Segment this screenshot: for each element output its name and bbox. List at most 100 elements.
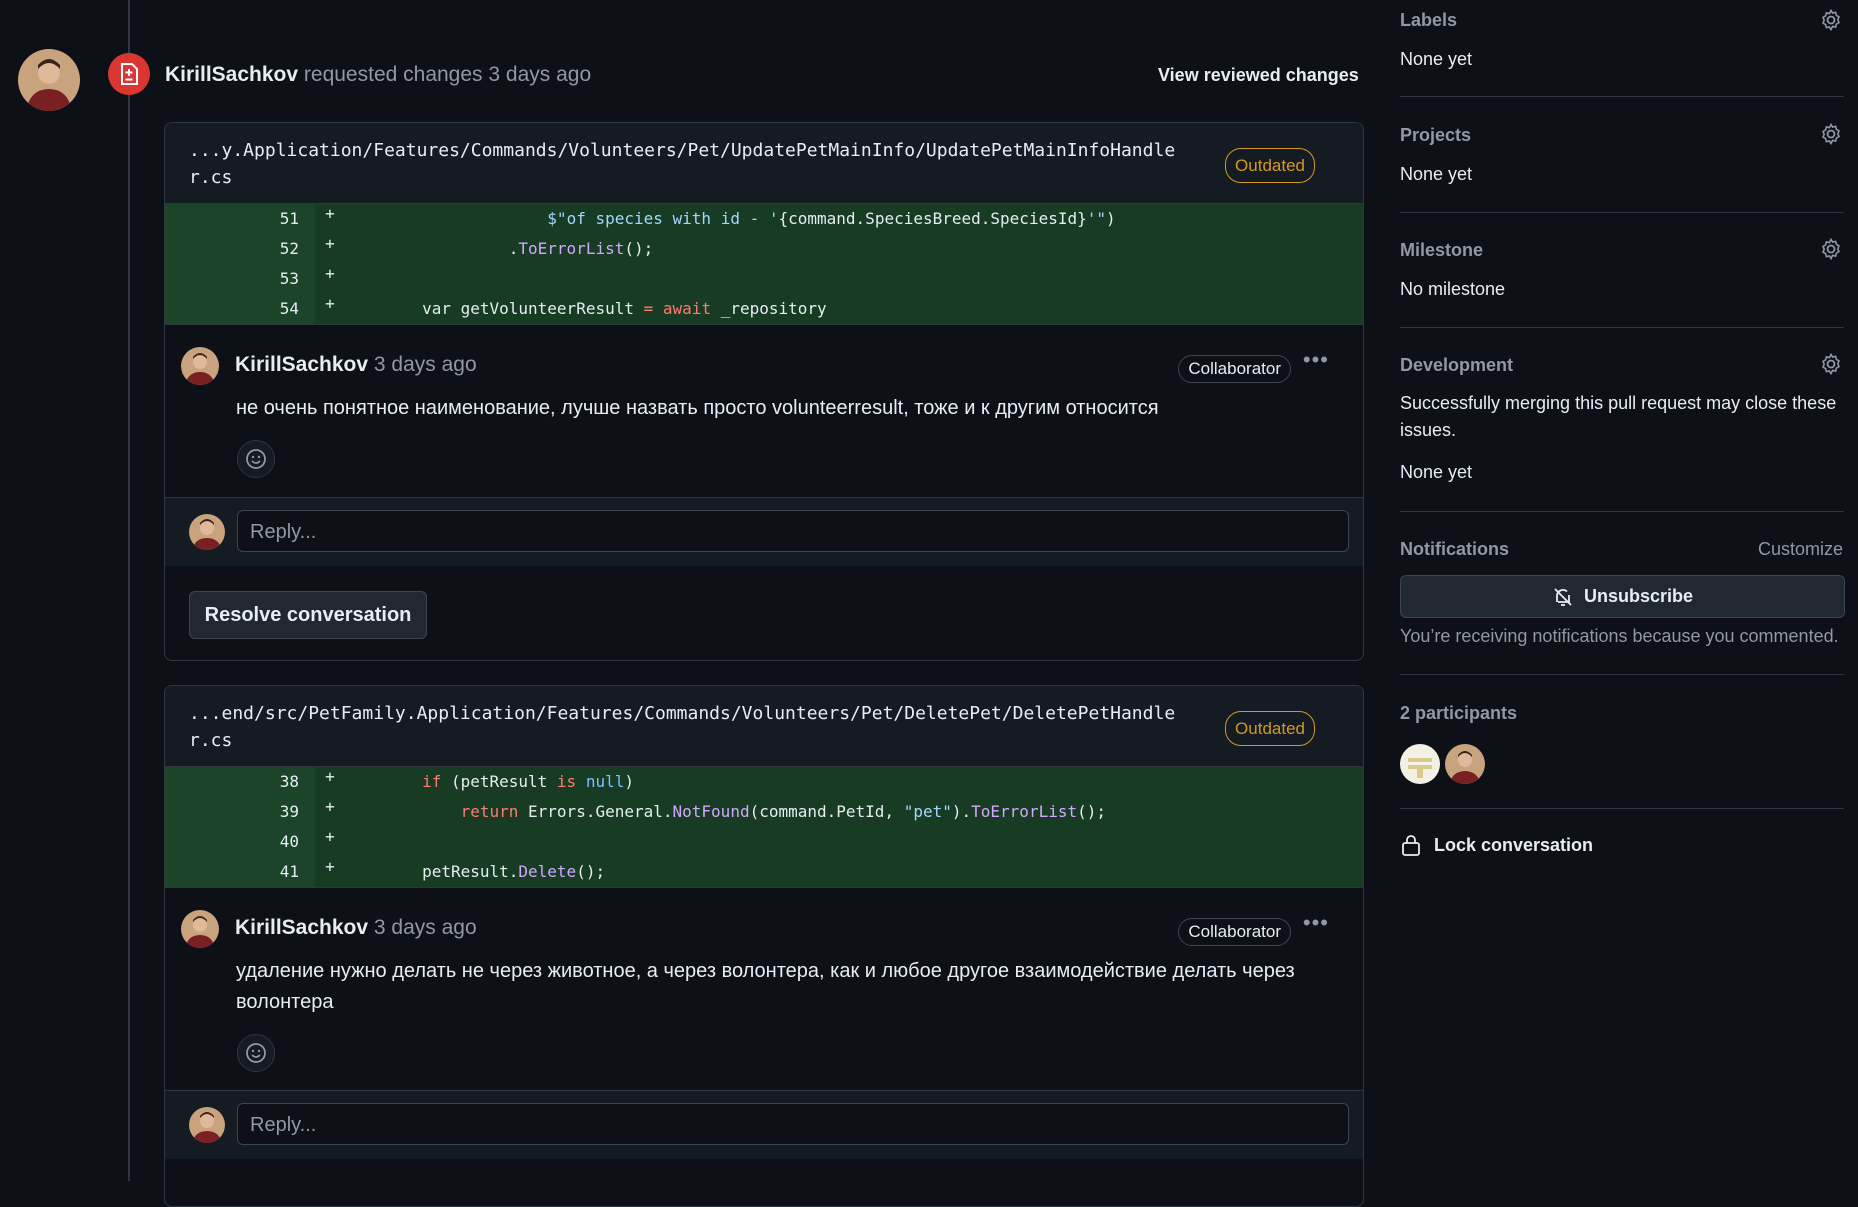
diff-sign: + bbox=[325, 264, 335, 283]
customize-link[interactable]: Customize bbox=[1758, 539, 1843, 560]
review-action: requested changes bbox=[303, 63, 483, 86]
comment-body: удаление нужно делать не через животное,… bbox=[236, 960, 1295, 1013]
milestone-title[interactable]: Milestone bbox=[1400, 240, 1483, 261]
outdated-badge: Outdated bbox=[1225, 711, 1315, 746]
review-time[interactable]: 3 days ago bbox=[488, 63, 591, 86]
diff-sign: + bbox=[325, 827, 335, 846]
comment-author-link[interactable]: KirillSachkov bbox=[235, 353, 368, 376]
file-path-link[interactable]: ...y.Application/Features/Commands/Volun… bbox=[189, 137, 1209, 191]
labels-title[interactable]: Labels bbox=[1400, 10, 1457, 31]
participants-title: 2 participants bbox=[1400, 703, 1518, 723]
review-thread: ...y.Application/Features/Commands/Volun… bbox=[164, 122, 1364, 661]
participant-avatar[interactable] bbox=[1400, 744, 1440, 784]
timeline-line bbox=[128, 0, 130, 1181]
diff-line: 38 + if (petResult is null) bbox=[165, 767, 1363, 797]
divider bbox=[1400, 511, 1844, 512]
diff-sign: + bbox=[325, 234, 335, 253]
comment-avatar[interactable] bbox=[181, 347, 219, 385]
comment-author-link[interactable]: KirillSachkov bbox=[235, 916, 368, 939]
review-comment: KirillSachkov 3 days ago Collaborator ••… bbox=[165, 324, 1363, 497]
line-number[interactable]: 54 bbox=[165, 294, 315, 324]
changes-requested-icon bbox=[108, 53, 150, 95]
line-number[interactable]: 51 bbox=[165, 204, 315, 234]
diff-line: 52 + .ToErrorList(); bbox=[165, 234, 1363, 264]
reply-input[interactable]: Reply... bbox=[237, 1103, 1349, 1145]
review-thread: ...end/src/PetFamily.Application/Feature… bbox=[164, 685, 1364, 1207]
reply-input[interactable]: Reply... bbox=[237, 510, 1349, 552]
diff-hunk: 51 + $"of species with id - '{command.Sp… bbox=[165, 204, 1363, 324]
line-number[interactable]: 53 bbox=[165, 264, 315, 294]
code-line bbox=[345, 827, 1363, 857]
smiley-icon bbox=[246, 1043, 266, 1063]
projects-value: None yet bbox=[1400, 164, 1473, 184]
view-reviewed-changes-link[interactable]: View reviewed changes bbox=[1158, 65, 1359, 86]
participant-avatar[interactable] bbox=[1445, 744, 1485, 784]
reviewer-avatar[interactable] bbox=[18, 49, 80, 111]
gear-icon[interactable] bbox=[1819, 352, 1843, 376]
bell-slash-icon bbox=[1554, 587, 1572, 606]
review-comment: KirillSachkov 3 days ago Collaborator ••… bbox=[165, 887, 1363, 1090]
file-path-link[interactable]: ...end/src/PetFamily.Application/Feature… bbox=[189, 700, 1209, 754]
file-path-text: r.cs bbox=[189, 730, 233, 751]
comment-body: не очень понятное наименование, лучше на… bbox=[236, 397, 1159, 419]
code-line bbox=[345, 264, 1363, 294]
diff-sign: + bbox=[325, 797, 335, 816]
line-number[interactable]: 41 bbox=[165, 857, 315, 887]
diff-line: 53 + bbox=[165, 264, 1363, 294]
gear-icon[interactable] bbox=[1819, 237, 1843, 261]
divider bbox=[1400, 212, 1844, 213]
code-line: if (petResult is null) bbox=[345, 767, 1363, 797]
my-avatar bbox=[189, 514, 225, 550]
code-line: petResult.Delete(); bbox=[345, 857, 1363, 887]
code-line: .ToErrorList(); bbox=[345, 234, 1363, 264]
review-header: KirillSachkov requested changes 3 days a… bbox=[165, 63, 591, 87]
lock-conversation-label: Lock conversation bbox=[1434, 834, 1594, 855]
diff-hunk: 38 + if (petResult is null) 39 + return … bbox=[165, 767, 1363, 887]
more-options-icon[interactable]: ••• bbox=[1303, 347, 1329, 373]
comment-time[interactable]: 3 days ago bbox=[374, 916, 477, 939]
add-reaction-button[interactable] bbox=[237, 1034, 275, 1072]
line-number[interactable]: 40 bbox=[165, 827, 315, 857]
code-line: var getVolunteerResult = await _reposito… bbox=[345, 294, 1363, 324]
divider bbox=[1400, 96, 1844, 97]
comment-time[interactable]: 3 days ago bbox=[374, 353, 477, 376]
development-title[interactable]: Development bbox=[1400, 355, 1513, 376]
code-line: return Errors.General.NotFound(command.P… bbox=[345, 797, 1363, 827]
collaborator-badge: Collaborator bbox=[1178, 355, 1291, 383]
collaborator-badge: Collaborator bbox=[1178, 918, 1291, 946]
file-header: ...end/src/PetFamily.Application/Feature… bbox=[165, 686, 1363, 767]
labels-value: None yet bbox=[1400, 49, 1473, 69]
resolve-conversation-button[interactable]: Resolve conversation bbox=[189, 591, 427, 639]
smiley-icon bbox=[246, 449, 266, 469]
diff-line: 40 + bbox=[165, 827, 1363, 857]
diff-line: 41 + petResult.Delete(); bbox=[165, 857, 1363, 887]
lock-conversation-link[interactable]: Lock conversation bbox=[1400, 833, 1593, 857]
notifications-title: Notifications bbox=[1400, 539, 1510, 559]
resolve-area: Resolve conversation bbox=[165, 566, 1363, 660]
add-reaction-button[interactable] bbox=[237, 440, 275, 478]
code-line: $"of species with id - '{command.Species… bbox=[345, 204, 1363, 234]
file-path-text: ...y.Application/Features/Commands/Volun… bbox=[189, 140, 1176, 161]
development-description: Successfully merging this pull request m… bbox=[1400, 393, 1837, 440]
diff-line: 39 + return Errors.General.NotFound(comm… bbox=[165, 797, 1363, 827]
file-path-text: ...end/src/PetFamily.Application/Feature… bbox=[189, 703, 1176, 724]
line-number[interactable]: 39 bbox=[165, 797, 315, 827]
review-author-link[interactable]: KirillSachkov bbox=[165, 63, 298, 86]
diff-line: 51 + $"of species with id - '{command.Sp… bbox=[165, 204, 1363, 234]
gear-icon[interactable] bbox=[1819, 8, 1843, 32]
gear-icon[interactable] bbox=[1819, 122, 1843, 146]
lock-icon bbox=[1402, 835, 1420, 856]
diff-sign: + bbox=[325, 204, 335, 223]
line-number[interactable]: 38 bbox=[165, 767, 315, 797]
divider bbox=[1400, 674, 1844, 675]
projects-title[interactable]: Projects bbox=[1400, 125, 1471, 146]
comment-header: KirillSachkov 3 days ago bbox=[235, 916, 477, 940]
reply-bar: Reply... bbox=[165, 497, 1363, 566]
diff-sign: + bbox=[325, 767, 335, 786]
comment-avatar[interactable] bbox=[181, 910, 219, 948]
unsubscribe-button[interactable]: Unsubscribe bbox=[1400, 575, 1845, 618]
more-options-icon[interactable]: ••• bbox=[1303, 910, 1329, 936]
line-number[interactable]: 52 bbox=[165, 234, 315, 264]
file-header: ...y.Application/Features/Commands/Volun… bbox=[165, 123, 1363, 204]
file-path-text: r.cs bbox=[189, 167, 233, 188]
